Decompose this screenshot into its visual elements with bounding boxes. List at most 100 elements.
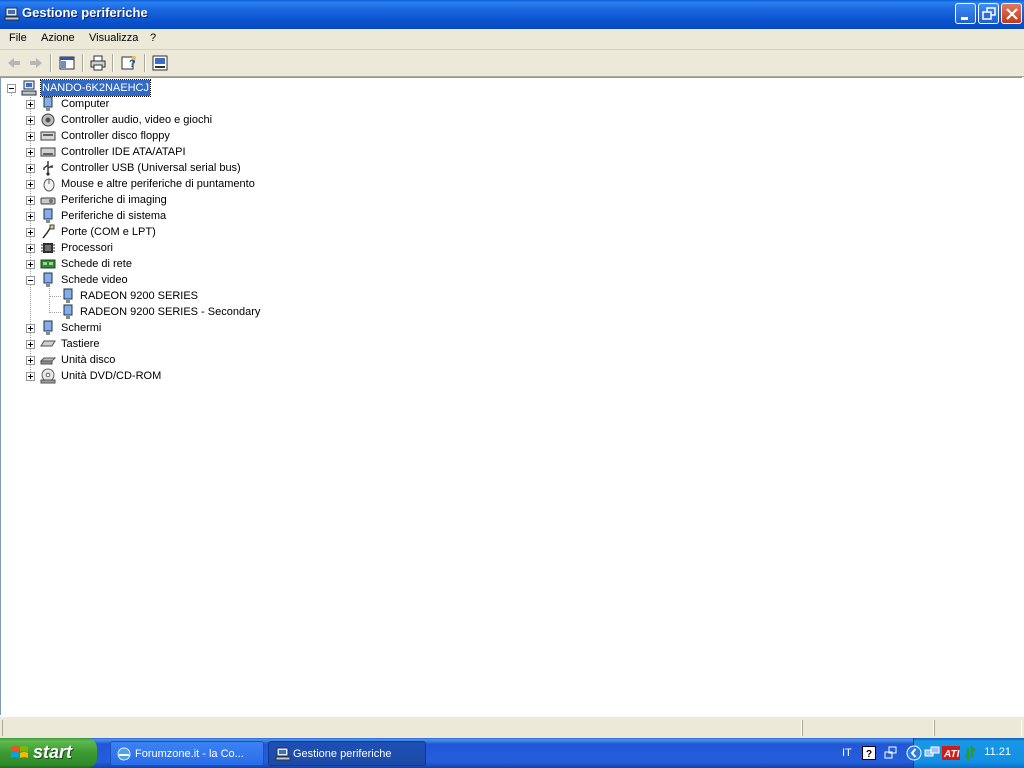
expand-button[interactable]	[26, 212, 35, 221]
tree-item[interactable]: Periferiche di sistema	[1, 208, 301, 224]
toolbar-separator	[50, 54, 52, 72]
toolbar: ?	[0, 50, 1024, 77]
device-tree[interactable]: NANDO-6K2NAEHCJ Computer Controller audi…	[0, 77, 1022, 715]
tree-item-label[interactable]: Controller USB (Universal serial bus)	[61, 160, 241, 176]
restore-button[interactable]	[978, 3, 999, 24]
toolbar-separator	[112, 54, 114, 72]
expand-button[interactable]	[26, 260, 35, 269]
menu-file[interactable]: File	[9, 32, 27, 44]
tree-item[interactable]: Schermi	[1, 320, 301, 336]
minimize-button[interactable]	[955, 3, 976, 24]
tree-item-label[interactable]: Schede video	[61, 272, 128, 288]
status-panel	[802, 720, 934, 736]
tree-item[interactable]: Periferiche di imaging	[1, 192, 301, 208]
show-hidden-icons-icon[interactable]	[906, 745, 922, 761]
monitor-icon	[43, 320, 53, 335]
start-label: start	[33, 742, 73, 762]
back-arrow-icon[interactable]	[4, 54, 24, 72]
tree-item-label[interactable]: Controller audio, video e giochi	[61, 112, 212, 128]
tree-item-label[interactable]: Mouse e altre periferiche di puntamento	[61, 176, 255, 192]
tree-item[interactable]: Controller audio, video e giochi	[1, 112, 301, 128]
tree-item-label[interactable]: Periferiche di imaging	[61, 192, 167, 208]
expand-button[interactable]	[26, 196, 35, 205]
taskbar-button-label: Forumzone.it - la Co...	[135, 748, 244, 760]
network-tray-icon[interactable]	[924, 745, 940, 761]
taskbar-button-forumzone[interactable]: Forumzone.it - la Co...	[110, 741, 264, 766]
tree-item-label[interactable]: Computer	[61, 96, 109, 112]
sync-tray-icon[interactable]	[962, 745, 978, 761]
status-bar	[0, 716, 1024, 739]
tree-child[interactable]: RADEON 9200 SERIES	[1, 288, 301, 304]
network-card-icon	[40, 259, 56, 269]
collapse-button[interactable]	[26, 276, 35, 285]
menu-visualizza[interactable]: Visualizza	[89, 32, 138, 44]
tree-child[interactable]: RADEON 9200 SERIES - Secondary	[1, 304, 301, 320]
close-icon	[1006, 8, 1018, 20]
tree-item-label[interactable]: Unità DVD/CD-ROM	[61, 368, 161, 384]
speaker-icon	[41, 113, 55, 127]
expand-button[interactable]	[26, 148, 35, 157]
tree-item-label[interactable]: Unità disco	[61, 352, 115, 368]
tree-root[interactable]: NANDO-6K2NAEHCJ	[1, 79, 301, 97]
tree-item[interactable]: Unità disco	[1, 352, 301, 368]
tree-item-label[interactable]: Porte (COM e LPT)	[61, 224, 156, 240]
device-manager-icon	[4, 7, 20, 21]
clock[interactable]: 11.21	[984, 746, 1011, 758]
expand-button[interactable]	[26, 228, 35, 237]
properties-icon[interactable]	[150, 54, 170, 72]
expand-button[interactable]	[26, 132, 35, 141]
tree-child-label[interactable]: RADEON 9200 SERIES - Secondary	[80, 304, 260, 320]
tree-item[interactable]: Schede video	[1, 272, 301, 288]
expand-button[interactable]	[26, 372, 35, 381]
tree-item[interactable]: Schede di rete	[1, 256, 301, 272]
taskbar-button-gestione-periferiche[interactable]: Gestione periferiche	[268, 741, 426, 766]
svg-text:?: ?	[129, 58, 136, 70]
help-icon[interactable]: ?	[119, 54, 139, 72]
close-button[interactable]	[1001, 3, 1022, 24]
console-tree-icon[interactable]	[57, 54, 77, 72]
menu-azione[interactable]: Azione	[41, 32, 75, 44]
menu-help[interactable]: ?	[150, 32, 156, 44]
restore-tray-icon[interactable]	[884, 746, 898, 760]
printer-icon[interactable]	[88, 54, 108, 72]
tree-item[interactable]: Unità DVD/CD-ROM	[1, 368, 301, 384]
title-bar[interactable]: Gestione periferiche	[0, 0, 1024, 29]
language-indicator[interactable]: IT	[842, 747, 852, 759]
tree-item[interactable]: Processori	[1, 240, 301, 256]
forward-arrow-icon[interactable]	[26, 54, 46, 72]
tree-item-label[interactable]: Schede di rete	[61, 256, 132, 272]
start-button[interactable]: start	[0, 738, 97, 768]
tree-item[interactable]: Controller disco floppy	[1, 128, 301, 144]
tree-item[interactable]: Controller USB (Universal serial bus)	[1, 160, 301, 176]
tree-item-label[interactable]: Processori	[61, 240, 113, 256]
expand-button[interactable]	[26, 116, 35, 125]
collapse-button[interactable]	[7, 84, 16, 93]
tree-item-label[interactable]: Controller IDE ATA/ATAPI	[61, 144, 186, 160]
tree-item[interactable]: Computer	[1, 96, 301, 112]
tree-item-label[interactable]: Periferiche di sistema	[61, 208, 166, 224]
status-panel	[2, 720, 802, 736]
system-tray: ATI 11.21	[906, 738, 1024, 768]
expand-button[interactable]	[26, 356, 35, 365]
expand-button[interactable]	[26, 324, 35, 333]
tree-item[interactable]: Tastiere	[1, 336, 301, 352]
tree-item-label[interactable]: Controller disco floppy	[61, 128, 170, 144]
expand-button[interactable]	[26, 340, 35, 349]
expand-button[interactable]	[26, 100, 35, 109]
tree-item[interactable]: Porte (COM e LPT)	[1, 224, 301, 240]
ide-controller-icon	[40, 147, 56, 157]
mouse-icon	[43, 178, 55, 192]
tree-item-label[interactable]: Schermi	[61, 320, 101, 336]
expand-button[interactable]	[26, 164, 35, 173]
tree-root-label[interactable]: NANDO-6K2NAEHCJ	[40, 79, 151, 97]
floppy-controller-icon	[40, 131, 56, 141]
ati-tray-icon[interactable]: ATI	[942, 745, 960, 761]
help-tray-icon[interactable]: ?	[862, 746, 876, 760]
keyboard-icon	[40, 340, 56, 347]
tree-item-label[interactable]: Tastiere	[61, 336, 100, 352]
tree-item[interactable]: Mouse e altre periferiche di puntamento	[1, 176, 301, 192]
expand-button[interactable]	[26, 244, 35, 253]
tree-child-label[interactable]: RADEON 9200 SERIES	[80, 288, 198, 304]
tree-item[interactable]: Controller IDE ATA/ATAPI	[1, 144, 301, 160]
expand-button[interactable]	[26, 180, 35, 189]
